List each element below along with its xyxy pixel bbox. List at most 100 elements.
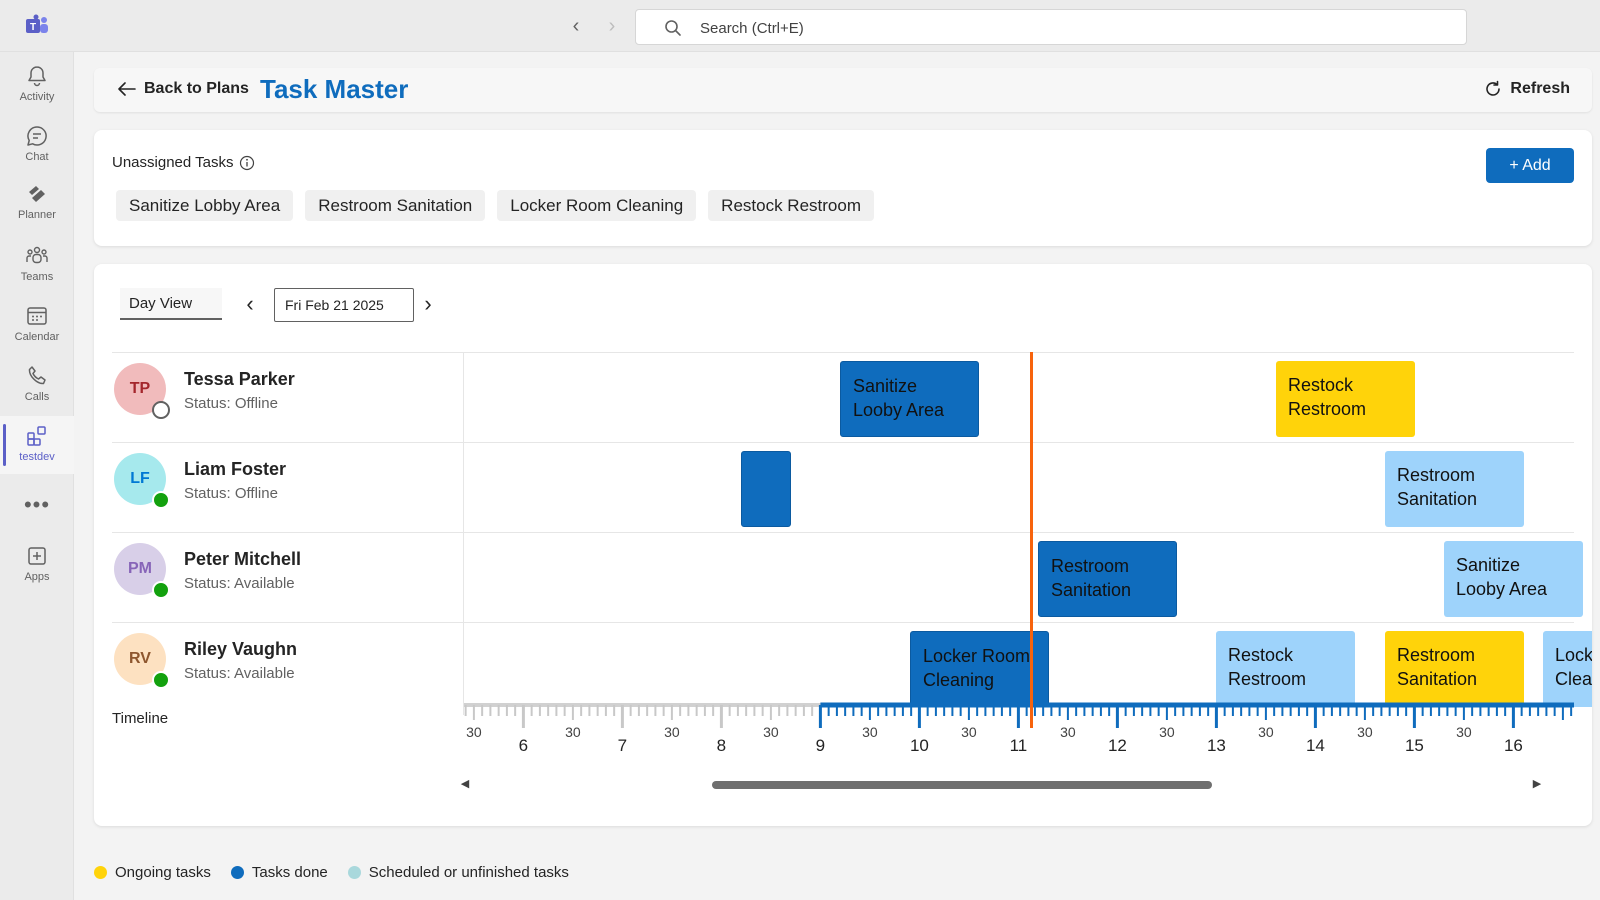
rail-activity[interactable]: Activity <box>0 56 74 114</box>
resource-row: RV Riley Vaughn Status: Available Locker Ro… <box>112 622 1592 715</box>
task-label: Sanitize <box>853 376 918 396</box>
search-box[interactable] <box>635 9 1467 45</box>
view-selector[interactable]: Day View <box>120 288 222 320</box>
legend-label: Ongoing tasks <box>115 864 211 881</box>
previous-day-icon[interactable]: ‹ <box>240 290 260 318</box>
calendar-icon <box>27 307 47 325</box>
legend-label: Scheduled or unfinished tasks <box>368 864 569 881</box>
task-label: Cleaning <box>923 670 995 690</box>
more-apps-icon[interactable]: ••• <box>0 492 74 522</box>
timeline-hour-label: 16 <box>1504 736 1523 755</box>
rail-teams[interactable]: Teams <box>0 236 74 294</box>
rail-label: Activity <box>19 91 55 103</box>
legend-scheduled: Scheduled or unfinished tasks <box>347 864 569 881</box>
history-back-icon[interactable]: ‹ <box>566 16 586 36</box>
timeline-hour-label: 13 <box>1207 736 1226 755</box>
rail-calendar[interactable]: Calendar <box>0 296 74 354</box>
person-name: Riley Vaughn <box>184 639 298 659</box>
task-block[interactable]: Restock Restroom <box>1276 361 1415 437</box>
legend-ongoing: Ongoing tasks <box>94 864 211 881</box>
timeline-hour-label: 15 <box>1405 736 1424 755</box>
add-app-icon <box>28 547 46 565</box>
timeline-half-label: 30 <box>862 724 878 740</box>
timeline-hour-label: 6 <box>519 736 528 755</box>
task-label: Restroom <box>1051 556 1130 576</box>
person-cell: TP Tessa Parker Status: Offline <box>112 353 464 445</box>
task-block[interactable] <box>741 451 791 527</box>
rail-planner[interactable]: Planner <box>0 174 74 232</box>
person-name: Peter Mitchell <box>184 549 302 569</box>
task-block[interactable]: Locker Room Cleaning <box>910 631 1049 707</box>
task-label: Cleaning <box>1555 669 1592 689</box>
presence-available-icon <box>152 581 170 599</box>
planner-icon <box>29 186 45 202</box>
rail-apps[interactable]: Apps <box>0 536 74 594</box>
refresh-button[interactable]: Refresh <box>1484 80 1570 98</box>
scroll-right-icon[interactable]: ▶ <box>1530 776 1544 792</box>
horizontal-scrollbar[interactable] <box>712 781 1212 789</box>
unassigned-task-chip[interactable]: Sanitize Lobby Area <box>116 190 294 221</box>
date-picker[interactable]: Fri Feb 21 2025 <box>274 288 414 322</box>
unassigned-task-chip[interactable]: Locker Room Cleaning <box>497 190 697 221</box>
timeline-half-label: 30 <box>565 724 581 740</box>
person-cell: PM Peter Mitchell Status: Available <box>112 533 464 625</box>
timeline-hour-label: 9 <box>816 736 825 755</box>
task-label: Sanitize <box>1456 555 1521 575</box>
search-input[interactable] <box>700 16 1400 40</box>
task-block[interactable]: Restroom Sanitation <box>1038 541 1177 617</box>
timeline-ruler[interactable]: 6 7 8 9 10 11 12 13 14 15 16 30 30 30 30 30 30 30 30 30 30 30 <box>464 702 1574 762</box>
presence-available-icon <box>152 491 170 509</box>
task-lane[interactable]: SanitizeLooby AreaRestockRestroomLocker … <box>464 353 1574 445</box>
app-grid-icon <box>27 426 46 446</box>
task-block[interactable]: Locker Room Cleaning <box>1543 631 1592 707</box>
refresh-label: Refresh <box>1510 80 1570 97</box>
unassigned-title: Unassigned Tasks <box>112 154 255 171</box>
legend-label: Tasks done <box>251 864 328 881</box>
resource-row: TP Tessa Parker Status: Offline Sanitize Loo… <box>112 352 1574 445</box>
info-icon[interactable] <box>239 155 255 171</box>
rail-calls[interactable]: Calls <box>0 356 74 414</box>
search-icon <box>665 20 681 36</box>
presence-offline-icon <box>152 401 170 419</box>
rail-label: Calendar <box>14 331 60 343</box>
page-title: Task Master <box>260 74 409 104</box>
person-name: Liam Foster <box>184 459 287 479</box>
task-block[interactable]: Sanitize Looby Area <box>1444 541 1583 617</box>
legend-dot <box>347 866 361 879</box>
task-lane[interactable]: Restroom Sanitation <box>464 443 1574 535</box>
back-to-plans-link[interactable]: Back to Plans <box>118 80 249 98</box>
timeline-half-label: 30 <box>763 724 779 740</box>
teams-logo-icon[interactable]: T <box>24 14 50 38</box>
task-label: Restroom <box>1288 399 1367 419</box>
rail-testdev[interactable]: testdev <box>0 416 74 474</box>
presence-available-icon <box>152 671 170 689</box>
task-block[interactable]: Sanitize Looby Area <box>840 361 979 437</box>
task-block[interactable]: Restroom Sanitation <box>1385 451 1524 527</box>
task-block[interactable]: Restroom Sanitation <box>1385 631 1524 707</box>
task-block[interactable]: Restock Restroom <box>1216 631 1355 707</box>
unassigned-task-chip[interactable]: Restroom Sanitation <box>305 190 486 221</box>
current-time-indicator <box>1030 352 1033 728</box>
phone-icon <box>28 366 46 385</box>
add-task-button[interactable]: + Add <box>1486 148 1574 183</box>
rail-label: Calls <box>24 391 50 403</box>
rail-chat[interactable]: Chat <box>0 116 74 174</box>
person-cell: LF Liam Foster Status: Offline <box>112 443 464 535</box>
next-day-icon[interactable]: › <box>418 290 438 318</box>
timeline-hour-label: 14 <box>1306 736 1325 755</box>
timeline-half-label: 30 <box>1357 724 1373 740</box>
scroll-left-icon[interactable]: ◀ <box>458 776 472 792</box>
unassigned-task-chip[interactable]: Restock Restroom <box>708 190 874 221</box>
task-label: Restock <box>1228 645 1294 665</box>
timeline-label: Timeline <box>112 710 169 727</box>
task-label: Restock <box>1288 375 1354 395</box>
task-lane[interactable]: Restroom Sanitation Sanitize Looby Area <box>464 533 1583 625</box>
chat-icon <box>27 126 47 146</box>
timeline-hour-label: 7 <box>618 736 627 755</box>
task-label: Sanitation <box>1051 580 1132 600</box>
arrow-left-icon <box>118 82 136 96</box>
legend: Ongoing tasks Tasks done Scheduled or un… <box>94 864 569 881</box>
timeline-half-label: 30 <box>1159 724 1175 740</box>
timeline-hour-label: 10 <box>910 736 929 755</box>
history-forward-icon[interactable]: › <box>602 16 622 36</box>
